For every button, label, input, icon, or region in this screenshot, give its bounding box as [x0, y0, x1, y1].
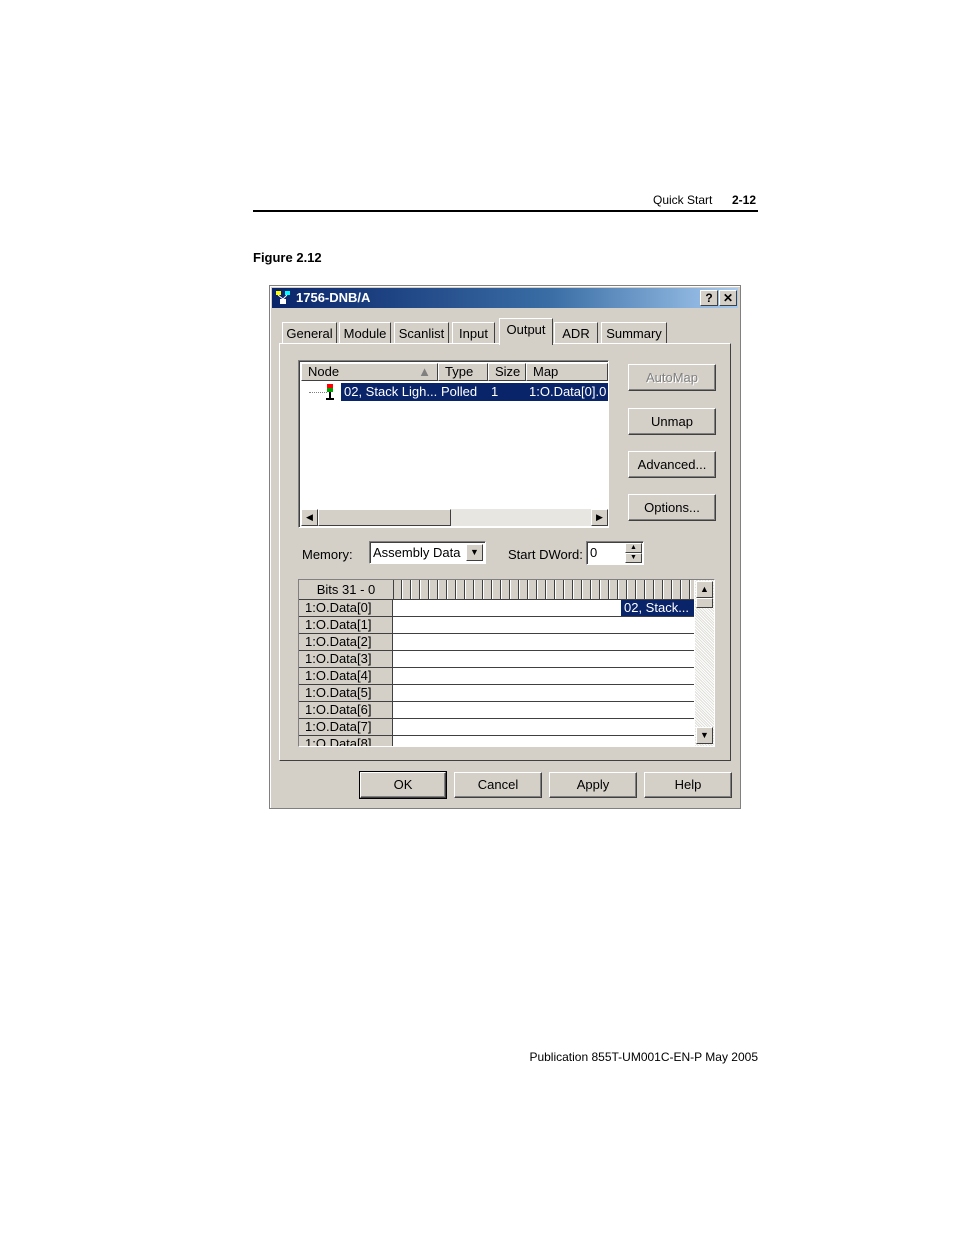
table-row[interactable]: 1:O.Data[1]: [299, 617, 694, 634]
tab-scanlist[interactable]: Scanlist: [394, 322, 449, 344]
tab-output[interactable]: Output: [499, 318, 553, 345]
horizontal-scrollbar[interactable]: ◀ ▶: [301, 509, 608, 526]
header-rule: [253, 210, 758, 212]
tab-adr[interactable]: ADR: [554, 322, 598, 344]
bit-map-grid[interactable]: Bits 31 - 0 1:O.Data[0] 02, Stack... 1:O…: [298, 579, 715, 747]
row-label: 1:O.Data[7]: [299, 719, 393, 735]
mapped-cell[interactable]: 02, Stack...: [621, 600, 694, 616]
figure-caption: Figure 2.12: [253, 250, 322, 265]
memory-select[interactable]: Assembly Data ▼: [369, 541, 486, 564]
table-row[interactable]: 1:O.Data[3]: [299, 651, 694, 668]
start-dword-label: Start DWord:: [508, 547, 583, 562]
column-header-map[interactable]: Map: [526, 363, 608, 381]
table-row[interactable]: 1:O.Data[7]: [299, 719, 694, 736]
advanced-button[interactable]: Advanced...: [628, 451, 716, 478]
table-row[interactable]: 1:O.Data[2]: [299, 634, 694, 651]
memory-value: Assembly Data: [373, 545, 461, 560]
scroll-right-icon[interactable]: ▶: [591, 509, 608, 526]
row-map: 1:O.Data[0].0: [529, 384, 607, 399]
column-node-label: Node: [308, 364, 340, 379]
scroll-up-icon[interactable]: ▲: [696, 581, 713, 598]
spin-up-icon[interactable]: ▲: [625, 543, 642, 553]
ok-button[interactable]: OK: [359, 771, 447, 799]
running-header-section: Quick Start: [653, 193, 713, 207]
scroll-thumb[interactable]: [696, 598, 713, 608]
row-label: 1:O.Data[6]: [299, 702, 393, 718]
row-label: 1:O.Data[4]: [299, 668, 393, 684]
tab-general[interactable]: General: [282, 322, 337, 344]
row-label: 1:O.Data[5]: [299, 685, 393, 701]
options-button[interactable]: Options...: [628, 494, 716, 521]
scroll-thumb[interactable]: [318, 509, 451, 526]
help-question-button[interactable]: ?: [700, 290, 718, 306]
row-label: 1:O.Data[0]: [299, 600, 393, 616]
scroll-down-icon[interactable]: ▼: [696, 727, 713, 744]
network-module-icon: [276, 291, 290, 304]
row-label: 1:O.Data[8]: [299, 736, 393, 746]
output-node-list[interactable]: Node ▲ Type Size Map 02, Stack Ligh... P…: [298, 360, 609, 528]
start-dword-spinner[interactable]: 0 ▲ ▼: [586, 541, 644, 565]
tab-module[interactable]: Module: [339, 322, 391, 344]
running-header-page-number: 2-12: [732, 193, 757, 207]
tab-input[interactable]: Input: [452, 322, 495, 344]
column-header-node[interactable]: Node ▲: [301, 363, 438, 381]
start-dword-value: 0: [590, 545, 598, 560]
help-button[interactable]: Help: [644, 772, 732, 798]
row-label: 1:O.Data[3]: [299, 651, 393, 667]
table-row[interactable]: 1:O.Data[4]: [299, 668, 694, 685]
chevron-down-icon[interactable]: ▼: [466, 544, 483, 561]
close-button[interactable]: ✕: [719, 290, 737, 306]
cancel-button[interactable]: Cancel: [454, 772, 542, 798]
row-size: 1: [491, 384, 499, 399]
bit-column-headers[interactable]: [394, 580, 694, 599]
scroll-left-icon[interactable]: ◀: [301, 509, 318, 526]
unmap-button[interactable]: Unmap: [628, 408, 716, 435]
table-row[interactable]: 1:O.Data[8]: [299, 736, 694, 746]
table-row[interactable]: 1:O.Data[6]: [299, 702, 694, 719]
stack-light-icon: [326, 384, 334, 400]
column-header-size[interactable]: Size: [488, 363, 526, 381]
output-tab-panel: Node ▲ Type Size Map 02, Stack Ligh... P…: [279, 343, 731, 761]
row-node: 02, Stack Ligh...: [344, 384, 438, 399]
module-properties-dialog: 1756-DNB/A ? ✕ General Module Scanlist I…: [269, 285, 741, 809]
automap-button[interactable]: AutoMap: [628, 364, 716, 391]
row-label: 1:O.Data[1]: [299, 617, 393, 633]
memory-label: Memory:: [302, 547, 353, 562]
vertical-scrollbar[interactable]: ▲ ▼: [695, 580, 714, 746]
apply-button[interactable]: Apply: [549, 772, 637, 798]
sort-arrow-icon: ▲: [418, 364, 431, 379]
list-item[interactable]: 02, Stack Ligh... Polled 1 1:O.Data[0].0: [341, 383, 608, 401]
row-label: 1:O.Data[2]: [299, 634, 393, 650]
tab-summary[interactable]: Summary: [601, 322, 667, 344]
table-row[interactable]: 1:O.Data[0] 02, Stack...: [299, 600, 694, 617]
title-bar[interactable]: 1756-DNB/A ? ✕: [272, 288, 738, 308]
bits-header: Bits 31 - 0: [299, 580, 694, 600]
column-header-type[interactable]: Type: [438, 363, 488, 381]
dialog-title: 1756-DNB/A: [296, 290, 371, 305]
publication-footer: Publication 855T-UM001C-EN-P May 2005: [529, 1050, 758, 1064]
spin-down-icon[interactable]: ▼: [625, 553, 642, 563]
row-type: Polled: [441, 384, 478, 399]
bits-header-label: Bits 31 - 0: [299, 580, 394, 599]
table-row[interactable]: 1:O.Data[5]: [299, 685, 694, 702]
